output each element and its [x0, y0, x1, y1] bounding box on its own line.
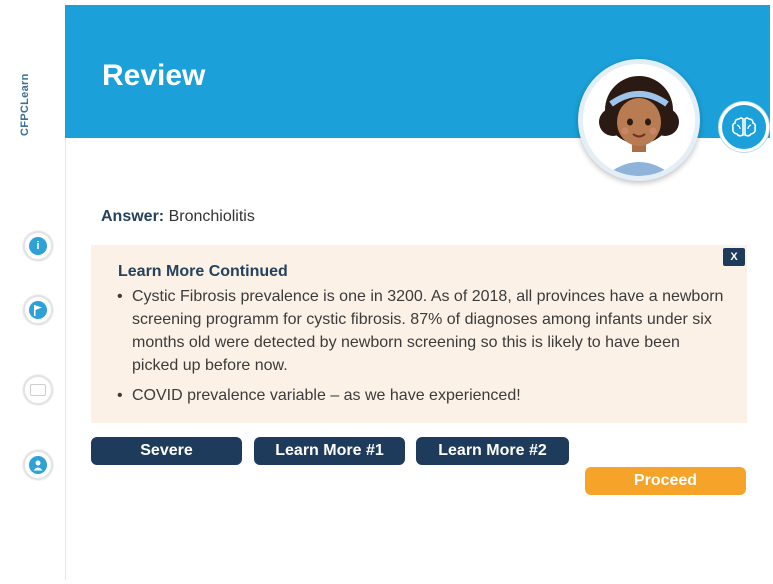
info-button[interactable]: i: [23, 231, 53, 261]
left-rail: CFPCLearn i: [5, 5, 66, 580]
profile-button[interactable]: [23, 450, 53, 480]
answer-label: Answer:: [101, 208, 165, 225]
brain-button[interactable]: [719, 102, 769, 152]
list-item: Cystic Fibrosis prevalence is one in 320…: [117, 285, 727, 377]
brand-logo: CFPCLearn: [19, 73, 31, 137]
brain-icon: [731, 117, 757, 137]
list-item: COVID prevalence variable – as we have e…: [117, 384, 727, 407]
close-panel-button[interactable]: X: [723, 248, 745, 266]
answer-value: Bronchiolitis: [168, 208, 255, 225]
notes-button[interactable]: [23, 375, 53, 405]
child-avatar: [578, 59, 700, 181]
learn-more-2-button[interactable]: Learn More #2: [416, 437, 569, 465]
panel-title: Learn More Continued: [118, 263, 288, 280]
learn-more-1-button[interactable]: Learn More #1: [254, 437, 405, 465]
severe-button[interactable]: Severe: [91, 437, 242, 465]
info-icon: i: [29, 237, 47, 255]
page-title: Review: [102, 59, 206, 92]
answer-line: Answer: Bronchiolitis: [101, 208, 255, 226]
proceed-button[interactable]: Proceed: [585, 467, 746, 495]
flag-icon: [29, 301, 47, 319]
bullet-list: Cystic Fibrosis prevalence is one in 320…: [117, 285, 727, 414]
user-icon: [29, 456, 47, 474]
flag-button[interactable]: [23, 295, 53, 325]
course-slide: CFPCLearn i Review Answer: Bronchiolitis…: [5, 5, 770, 580]
note-icon: [30, 384, 46, 396]
